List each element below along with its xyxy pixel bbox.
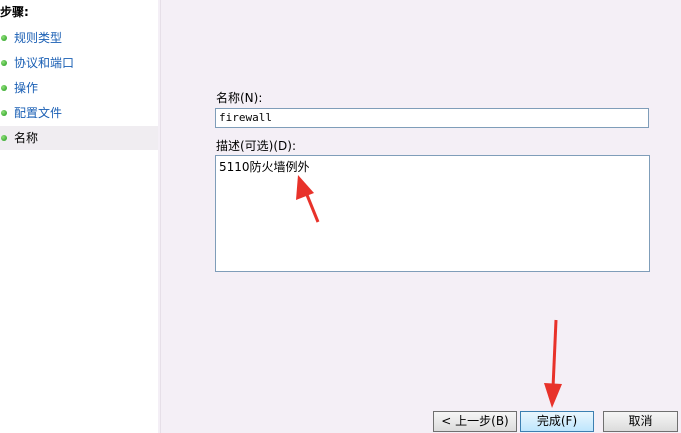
arrow-to-finish-button xyxy=(544,319,562,408)
back-button[interactable]: < 上一步(B) xyxy=(433,411,517,432)
annotation-arrows xyxy=(296,175,562,408)
finish-button[interactable]: 完成(F) xyxy=(520,411,594,432)
cancel-button[interactable]: 取消 xyxy=(603,411,678,432)
arrow-to-description xyxy=(296,175,320,223)
